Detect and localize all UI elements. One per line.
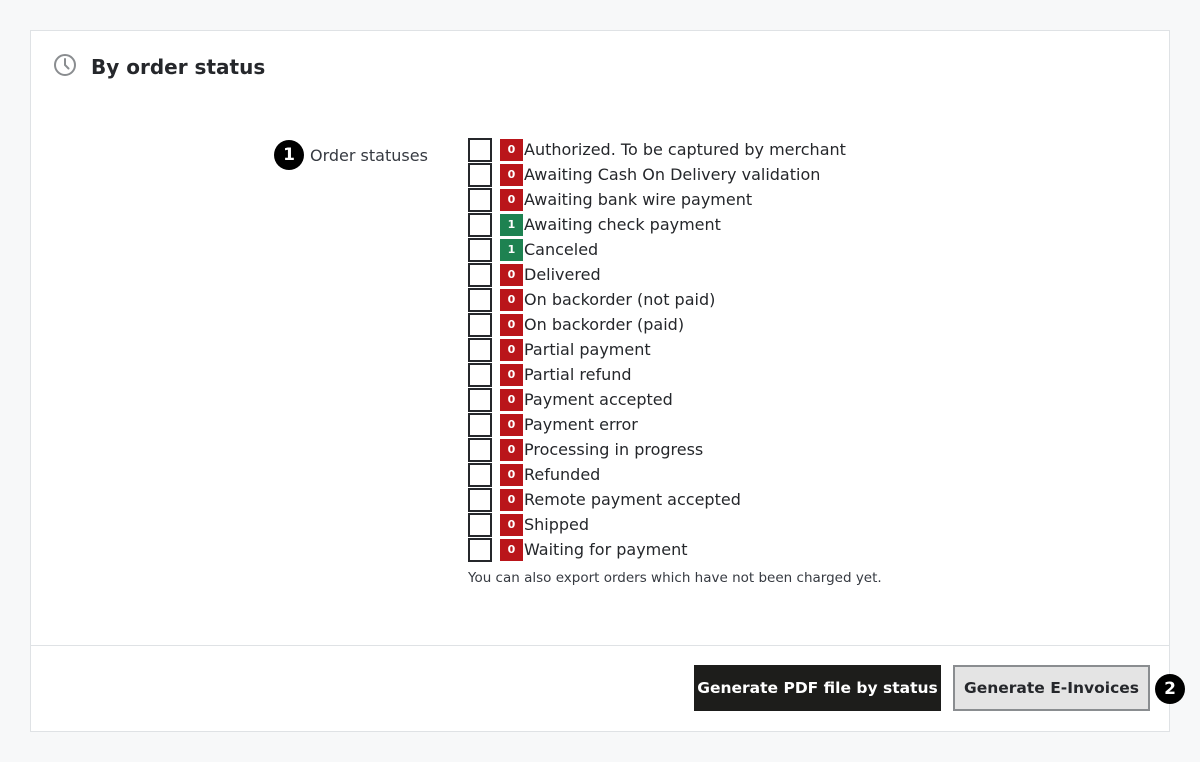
status-checkbox[interactable] <box>468 337 492 362</box>
status-item[interactable]: 0 Payment error <box>468 412 846 437</box>
help-text: You can also export orders which have no… <box>468 570 882 586</box>
card-header: By order status <box>31 31 1169 101</box>
status-checkbox[interactable] <box>468 312 492 337</box>
status-checkbox[interactable] <box>468 262 492 287</box>
status-label[interactable]: Processing in progress <box>524 439 703 461</box>
status-label[interactable]: On backorder (paid) <box>524 314 684 336</box>
status-count-badge: 0 <box>500 313 523 336</box>
status-label[interactable]: Remote payment accepted <box>524 489 741 511</box>
status-count-badge: 0 <box>500 363 523 386</box>
status-item[interactable]: 0 Refunded <box>468 462 846 487</box>
status-checkbox[interactable] <box>468 387 492 412</box>
generate-pdf-button[interactable]: Generate PDF file by status <box>694 665 941 711</box>
status-count-badge: 0 <box>500 263 523 286</box>
status-checkbox[interactable] <box>468 212 492 237</box>
card-footer: Generate PDF file by status Generate E-I… <box>31 645 1185 732</box>
step-badge-2: 2 <box>1155 674 1185 704</box>
clock-icon <box>53 53 77 77</box>
status-item[interactable]: 0 Payment accepted <box>468 387 846 412</box>
status-checkbox[interactable] <box>468 187 492 212</box>
status-item[interactable]: 1 Awaiting check payment <box>468 212 846 237</box>
status-count-badge: 0 <box>500 163 523 186</box>
status-label[interactable]: Refunded <box>524 464 600 486</box>
status-checkbox[interactable] <box>468 462 492 487</box>
status-checkbox[interactable] <box>468 437 492 462</box>
status-label[interactable]: Payment error <box>524 414 638 436</box>
status-label[interactable]: Partial payment <box>524 339 651 361</box>
status-item[interactable]: 0 Waiting for payment <box>468 537 846 562</box>
status-checkbox[interactable] <box>468 237 492 262</box>
status-item[interactable]: 0 Processing in progress <box>468 437 846 462</box>
status-count-badge: 0 <box>500 188 523 211</box>
step-badge-1: 1 <box>274 140 304 170</box>
status-checkbox[interactable] <box>468 537 492 562</box>
status-list: 0 Authorized. To be captured by merchant… <box>468 137 846 562</box>
status-count-badge: 1 <box>500 238 523 261</box>
status-label[interactable]: Awaiting check payment <box>524 214 721 236</box>
status-label[interactable]: Authorized. To be captured by merchant <box>524 139 846 161</box>
status-label[interactable]: Shipped <box>524 514 589 536</box>
status-checkbox[interactable] <box>468 137 492 162</box>
status-checkbox[interactable] <box>468 162 492 187</box>
generate-einvoices-button[interactable]: Generate E-Invoices <box>953 665 1150 711</box>
status-item[interactable]: 0 Awaiting Cash On Delivery validation <box>468 162 846 187</box>
status-label[interactable]: Delivered <box>524 264 601 286</box>
status-count-badge: 0 <box>500 413 523 436</box>
status-count-badge: 0 <box>500 438 523 461</box>
status-count-badge: 0 <box>500 488 523 511</box>
status-checkbox[interactable] <box>468 287 492 312</box>
status-item[interactable]: 0 Shipped <box>468 512 846 537</box>
card-title: By order status <box>91 55 266 79</box>
status-count-badge: 0 <box>500 388 523 411</box>
status-count-badge: 0 <box>500 288 523 311</box>
order-status-card: By order status 1 Order statuses 0 Autho… <box>30 30 1185 732</box>
status-count-badge: 0 <box>500 513 523 536</box>
status-checkbox[interactable] <box>468 487 492 512</box>
status-checkbox[interactable] <box>468 412 492 437</box>
status-count-badge: 1 <box>500 213 523 236</box>
status-item[interactable]: 0 Partial refund <box>468 362 846 387</box>
status-item[interactable]: 0 Remote payment accepted <box>468 487 846 512</box>
status-label[interactable]: Canceled <box>524 239 598 261</box>
status-label[interactable]: Awaiting Cash On Delivery validation <box>524 164 820 186</box>
status-count-badge: 0 <box>500 138 523 161</box>
status-checkbox[interactable] <box>468 362 492 387</box>
status-checkbox[interactable] <box>468 512 492 537</box>
status-label[interactable]: Partial refund <box>524 364 632 386</box>
status-item[interactable]: 0 Authorized. To be captured by merchant <box>468 137 846 162</box>
status-label[interactable]: Awaiting bank wire payment <box>524 189 752 211</box>
status-item[interactable]: 0 On backorder (not paid) <box>468 287 846 312</box>
order-statuses-label: Order statuses <box>310 146 428 165</box>
status-count-badge: 0 <box>500 463 523 486</box>
status-label[interactable]: Payment accepted <box>524 389 673 411</box>
status-label[interactable]: On backorder (not paid) <box>524 289 715 311</box>
status-item[interactable]: 0 Awaiting bank wire payment <box>468 187 846 212</box>
status-item[interactable]: 0 Partial payment <box>468 337 846 362</box>
status-count-badge: 0 <box>500 338 523 361</box>
status-item[interactable]: 0 Delivered <box>468 262 846 287</box>
status-item[interactable]: 0 On backorder (paid) <box>468 312 846 337</box>
status-item[interactable]: 1 Canceled <box>468 237 846 262</box>
status-label[interactable]: Waiting for payment <box>524 539 688 561</box>
status-count-badge: 0 <box>500 538 523 561</box>
